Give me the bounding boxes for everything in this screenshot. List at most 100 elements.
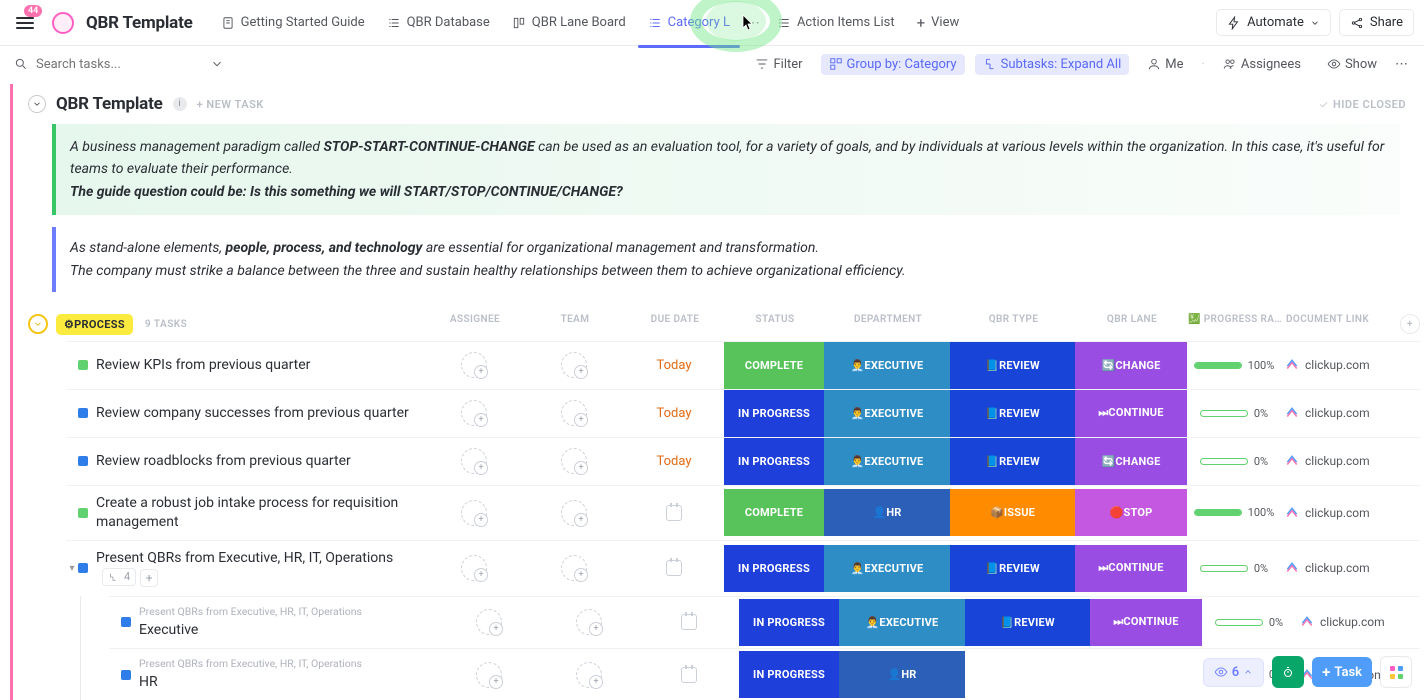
timer-button[interactable] bbox=[1272, 656, 1304, 688]
qbr-type-cell[interactable]: 📘REVIEW bbox=[950, 390, 1075, 437]
search-input-wrap[interactable] bbox=[14, 57, 224, 72]
add-assignee-icon[interactable] bbox=[576, 609, 602, 635]
add-assignee-icon[interactable] bbox=[461, 448, 487, 474]
department-cell[interactable]: 👤HR bbox=[839, 651, 965, 698]
add-assignee-icon[interactable] bbox=[461, 352, 487, 378]
assignee-cell[interactable] bbox=[524, 448, 624, 474]
qbr-type-cell[interactable]: 📘REVIEW bbox=[950, 545, 1075, 592]
search-input[interactable] bbox=[36, 57, 202, 72]
qbr-lane-cell[interactable]: ⏭CONTINUE bbox=[1075, 390, 1187, 437]
add-assignee-icon[interactable] bbox=[561, 500, 587, 526]
doc-link-cell[interactable]: clickup.com bbox=[1281, 561, 1391, 575]
me-button[interactable]: Me bbox=[1139, 54, 1191, 75]
status-cell[interactable]: IN PROGRESS bbox=[739, 651, 839, 698]
status-square[interactable] bbox=[78, 456, 88, 466]
subtask-count[interactable]: 4 bbox=[102, 568, 136, 587]
chevron-down-icon[interactable] bbox=[210, 57, 224, 71]
tab-action-items[interactable]: Action Items List bbox=[767, 9, 905, 36]
more-options[interactable]: ⋯ bbox=[1395, 57, 1410, 72]
watching-button[interactable]: 6 bbox=[1203, 658, 1264, 687]
col-dept[interactable]: DEPARTMENT bbox=[825, 314, 951, 334]
add-view[interactable]: + View bbox=[907, 8, 970, 38]
department-cell[interactable]: 👨‍💼EXECUTIVE bbox=[824, 390, 950, 437]
status-cell[interactable]: IN PROGRESS bbox=[724, 390, 824, 437]
due-date-cell[interactable] bbox=[624, 505, 724, 521]
assignee-cell[interactable] bbox=[424, 448, 524, 474]
task-name[interactable]: Present QBRs from Executive, HR, IT, Ope… bbox=[139, 597, 439, 648]
status-square[interactable] bbox=[78, 360, 88, 370]
department-cell[interactable]: 👨‍💼EXECUTIVE bbox=[824, 342, 950, 389]
status-square[interactable] bbox=[78, 563, 88, 573]
assignee-cell[interactable] bbox=[539, 662, 639, 688]
col-progress[interactable]: 💹 PROGRESS RA… bbox=[1188, 314, 1282, 334]
add-column[interactable]: + bbox=[1400, 314, 1420, 334]
share-button[interactable]: Share bbox=[1339, 9, 1414, 36]
tab-qbr-database[interactable]: QBR Database bbox=[377, 9, 500, 36]
due-date-cell[interactable] bbox=[639, 614, 739, 630]
assignee-cell[interactable] bbox=[539, 609, 639, 635]
tab-getting-started[interactable]: Getting Started Guide bbox=[211, 9, 375, 36]
qbr-lane-cell[interactable]: 🔄CHANGE bbox=[1075, 438, 1187, 485]
task-name[interactable]: Create a robust job intake process for r… bbox=[96, 486, 424, 540]
add-assignee-icon[interactable] bbox=[476, 609, 502, 635]
col-status[interactable]: STATUS bbox=[725, 314, 825, 334]
subtasks-button[interactable]: Subtasks: Expand All bbox=[975, 54, 1130, 75]
task-name[interactable]: Present QBRs from Executive, HR, IT, Ope… bbox=[139, 649, 439, 700]
assignee-cell[interactable] bbox=[439, 609, 539, 635]
automate-button[interactable]: Automate bbox=[1216, 9, 1331, 36]
progress-cell[interactable]: 0% bbox=[1187, 407, 1281, 420]
qbr-type-cell[interactable]: 📘REVIEW bbox=[965, 599, 1090, 646]
hide-closed-button[interactable]: HIDE CLOSED bbox=[1318, 98, 1406, 111]
qbr-type-cell[interactable]: 📘REVIEW bbox=[950, 342, 1075, 389]
progress-cell[interactable]: 100% bbox=[1187, 359, 1281, 372]
department-cell[interactable]: 👤HR bbox=[824, 489, 950, 536]
add-assignee-icon[interactable] bbox=[561, 400, 587, 426]
qbr-lane-cell[interactable] bbox=[1090, 651, 1202, 698]
tab-category[interactable]: Category L bbox=[638, 9, 740, 36]
progress-cell[interactable]: 0% bbox=[1202, 616, 1296, 629]
add-assignee-icon[interactable] bbox=[476, 662, 502, 688]
add-assignee-icon[interactable] bbox=[461, 555, 487, 581]
department-cell[interactable]: 👨‍💼EXECUTIVE bbox=[824, 545, 950, 592]
info-icon[interactable]: i bbox=[173, 97, 187, 111]
assignee-cell[interactable] bbox=[524, 500, 624, 526]
assignee-cell[interactable] bbox=[524, 352, 624, 378]
status-cell[interactable]: IN PROGRESS bbox=[724, 438, 824, 485]
new-task-float[interactable]: + Task bbox=[1312, 657, 1372, 687]
add-subtask[interactable]: + bbox=[140, 569, 158, 587]
collapse-group[interactable] bbox=[28, 314, 48, 334]
progress-cell[interactable]: 0% bbox=[1187, 455, 1281, 468]
assignee-cell[interactable] bbox=[524, 555, 624, 581]
col-team[interactable]: TEAM bbox=[525, 314, 625, 334]
add-assignee-icon[interactable] bbox=[576, 662, 602, 688]
doc-link-cell[interactable]: clickup.com bbox=[1281, 358, 1391, 372]
progress-cell[interactable]: 100% bbox=[1187, 506, 1281, 519]
status-cell[interactable]: IN PROGRESS bbox=[724, 545, 824, 592]
new-task-button[interactable]: + NEW TASK bbox=[197, 98, 264, 111]
doc-link-cell[interactable]: clickup.com bbox=[1281, 454, 1391, 468]
progress-cell[interactable]: 0% bbox=[1187, 562, 1281, 575]
workspace-logo[interactable] bbox=[52, 12, 74, 34]
assignee-cell[interactable] bbox=[424, 352, 524, 378]
qbr-lane-cell[interactable]: ⏭CONTINUE bbox=[1075, 545, 1187, 592]
add-assignee-icon[interactable] bbox=[561, 555, 587, 581]
task-name[interactable]: Review company successes from previous q… bbox=[96, 396, 424, 431]
status-square[interactable] bbox=[121, 617, 131, 627]
tab-overflow[interactable]: ⋯ bbox=[742, 15, 765, 31]
due-date-cell[interactable]: Today bbox=[624, 454, 724, 469]
qbr-lane-cell[interactable]: ⏭CONTINUE bbox=[1090, 599, 1202, 646]
qbr-type-cell[interactable]: 📦ISSUE bbox=[950, 489, 1075, 536]
status-square[interactable] bbox=[121, 670, 131, 680]
group-chip[interactable]: ⚙PROCESS bbox=[56, 314, 133, 335]
add-assignee-icon[interactable] bbox=[461, 400, 487, 426]
add-assignee-icon[interactable] bbox=[561, 352, 587, 378]
department-cell[interactable]: 👨‍💼EXECUTIVE bbox=[824, 438, 950, 485]
show-button[interactable]: Show bbox=[1319, 54, 1385, 75]
status-cell[interactable]: COMPLETE bbox=[724, 342, 824, 389]
qbr-lane-cell[interactable]: 🛑STOP bbox=[1075, 489, 1187, 536]
assignees-button[interactable]: Assignees bbox=[1215, 54, 1309, 75]
task-name[interactable]: Review roadblocks from previous quarter bbox=[96, 444, 424, 479]
assignee-cell[interactable] bbox=[524, 400, 624, 426]
assignee-cell[interactable] bbox=[439, 662, 539, 688]
col-lane[interactable]: QBR LANE bbox=[1076, 314, 1188, 334]
